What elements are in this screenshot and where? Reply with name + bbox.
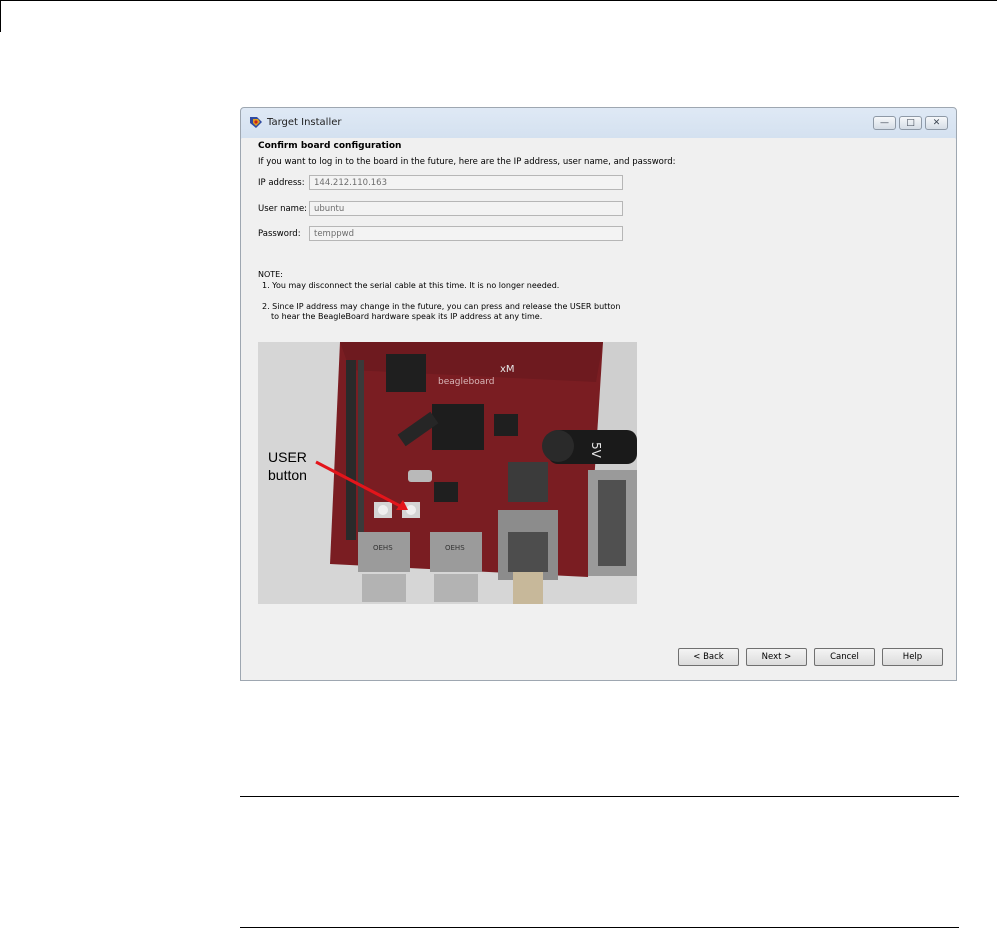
usb-port-1 [358, 532, 410, 572]
reset-button-cap [378, 505, 388, 515]
note-item-2-line-1: 2. Since IP address may change in the fu… [262, 302, 621, 311]
expansion-header-left-inner [358, 360, 364, 540]
lower-chip [434, 482, 458, 502]
cancel-button[interactable]: Cancel [814, 648, 875, 666]
beagleboard-photo: beagleboard xM 5V OEHS OEHS USER button [258, 342, 637, 604]
maximize-icon: □ [906, 117, 915, 128]
title-bar[interactable]: Target Installer — □ ✕ [241, 108, 956, 138]
ethernet-port-inner [508, 532, 548, 572]
usb-port-2-label: OEHS [445, 544, 465, 552]
board-brand-label: beagleboard [438, 377, 495, 387]
minimize-icon: — [880, 117, 889, 128]
password-label: Password: [258, 229, 301, 239]
minimize-button[interactable]: — [873, 116, 896, 130]
page-top-rule [0, 0, 997, 1]
help-button[interactable]: Help [882, 648, 943, 666]
note-item-2-line-2: to hear the BeagleBoard hardware speak i… [271, 312, 543, 321]
back-button[interactable]: < Back [678, 648, 739, 666]
serial-port-inner [598, 480, 626, 566]
ip-address-field[interactable]: 144.212.110.163 [309, 175, 623, 190]
target-installer-window: Target Installer — □ ✕ Confirm board con… [240, 107, 957, 681]
close-icon: ✕ [932, 117, 941, 128]
window-title: Target Installer [267, 117, 342, 128]
password-field[interactable]: temppwd [309, 226, 623, 241]
usb-port-2-lower [434, 574, 478, 602]
usb-port-1-label: OEHS [373, 544, 393, 552]
ip-address-label: IP address: [258, 178, 305, 188]
expansion-header-left [346, 360, 356, 540]
app-icon [250, 117, 262, 128]
maximize-button[interactable]: □ [899, 116, 922, 130]
usb-port-1-lower [362, 574, 406, 602]
page-divider-top [240, 796, 959, 797]
close-button[interactable]: ✕ [925, 116, 948, 130]
intro-text: If you want to log in to the board in th… [258, 157, 676, 167]
small-chip [494, 414, 518, 436]
cable-voltage-label: 5V [589, 442, 603, 459]
dialog-content: Confirm board configuration If you want … [242, 138, 955, 679]
top-chip [386, 354, 426, 392]
usb-port-2 [430, 532, 482, 572]
ethernet-cable [513, 572, 543, 604]
user-name-label: User name: [258, 204, 308, 214]
annotation-label-line-1: USER [268, 449, 307, 465]
processor-chip [432, 404, 484, 450]
page-left-rule [0, 0, 1, 32]
annotation-label-line-2: button [268, 467, 307, 483]
next-button[interactable]: Next > [746, 648, 807, 666]
crystal-oscillator [408, 470, 432, 482]
note-title: NOTE: [258, 270, 283, 279]
power-cable-plug [542, 430, 574, 462]
audio-block [508, 462, 548, 502]
user-name-field[interactable]: ubuntu [309, 201, 623, 216]
board-model-label: xM [500, 364, 515, 375]
note-item-1: 1. You may disconnect the serial cable a… [262, 281, 560, 290]
page-heading: Confirm board configuration [258, 141, 402, 151]
